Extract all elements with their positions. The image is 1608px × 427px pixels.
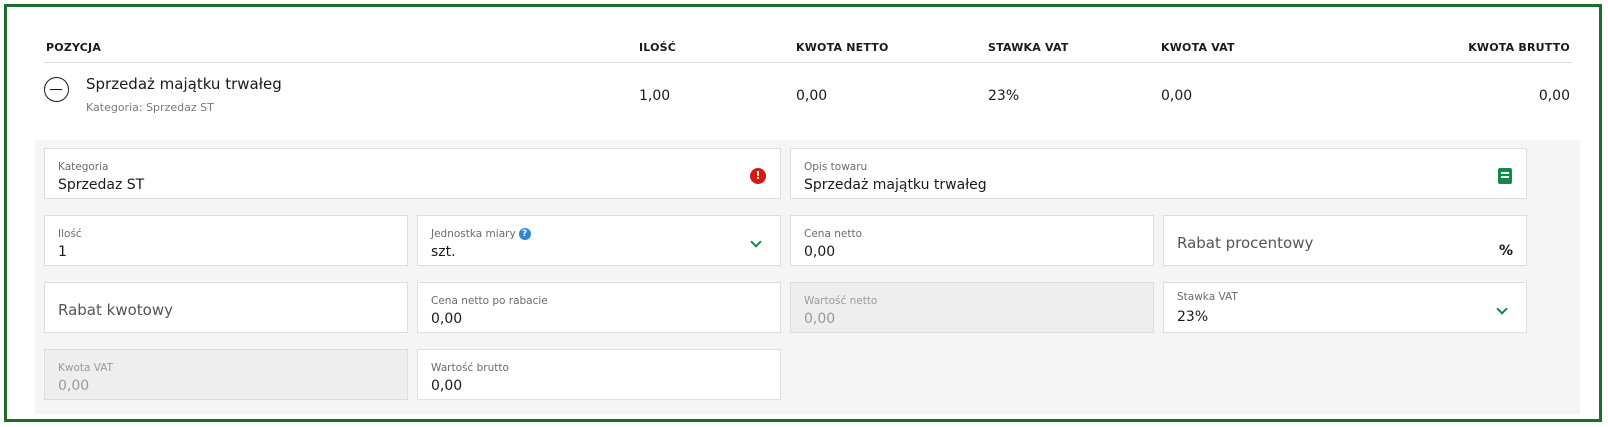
net-value-field: Wartość netto 0,00 — [790, 282, 1154, 333]
percent-discount-placeholder: Rabat procentowy — [1177, 234, 1314, 252]
percent-discount-field[interactable]: Rabat procentowy % — [1163, 215, 1527, 266]
net-price-after-discount-field[interactable]: Cena netto po rabacie 0,00 — [417, 282, 781, 333]
vat-rate-select[interactable]: Stawka VAT 23% — [1163, 282, 1527, 333]
cell-quantity: 1,00 — [639, 88, 671, 104]
position-category: Kategoria: Sprzedaz ST — [86, 101, 214, 114]
header-quantity: ILOŚĆ — [639, 41, 677, 54]
header-vat-rate: STAWKA VAT — [988, 41, 1069, 54]
gross-value-field[interactable]: Wartość brutto 0,00 — [417, 349, 781, 400]
position-edit-form: Kategoria Sprzedaz ST ! Opis towaru Sprz… — [35, 140, 1580, 414]
net-value-label: Wartość netto — [804, 295, 878, 307]
vat-rate-label: Stawka VAT — [1177, 291, 1238, 303]
amount-discount-placeholder: Rabat kwotowy — [58, 301, 173, 319]
quantity-field[interactable]: Ilość 1 — [44, 215, 408, 266]
cell-vat-rate: 23% — [988, 88, 1020, 104]
net-price-field[interactable]: Cena netto 0,00 — [790, 215, 1154, 266]
unit-label: Jednostka miary? — [431, 228, 531, 240]
unit-select[interactable]: Jednostka miary? szt. — [417, 215, 781, 266]
description-value: Sprzedaż majątku trwałeg — [804, 177, 987, 193]
header-position: POZYCJA — [46, 41, 102, 54]
gross-value-value: 0,00 — [431, 378, 463, 394]
vat-amount-label: Kwota VAT — [58, 362, 114, 374]
vat-amount-field: Kwota VAT 0,00 — [44, 349, 408, 400]
description-label: Opis towaru — [804, 161, 868, 173]
category-value: Sprzedaz ST — [58, 177, 145, 193]
position-name: Sprzedaż majątku trwałeg — [86, 75, 282, 93]
book-icon[interactable] — [1498, 168, 1512, 184]
vat-rate-value: 23% — [1177, 309, 1209, 325]
quantity-value: 1 — [58, 244, 67, 260]
table-row: Sprzedaż majątku trwałeg Kategoria: Sprz… — [44, 63, 1572, 133]
vat-amount-value: 0,00 — [58, 378, 90, 394]
cell-gross-amount: 0,00 — [1538, 88, 1570, 104]
cell-vat-amount: 0,00 — [1161, 88, 1193, 104]
header-gross-amount: KWOTA BRUTTO — [1468, 41, 1570, 54]
description-field[interactable]: Opis towaru Sprzedaż majątku trwałeg — [790, 148, 1527, 199]
amount-discount-field[interactable]: Rabat kwotowy — [44, 282, 408, 333]
net-price-after-discount-value: 0,00 — [431, 311, 463, 327]
chevron-down-icon[interactable] — [750, 236, 762, 248]
quantity-label: Ilość — [58, 228, 82, 240]
collapse-icon[interactable] — [44, 77, 69, 102]
gross-value-label: Wartość brutto — [431, 362, 509, 374]
unit-value: szt. — [431, 244, 456, 260]
error-icon: ! — [750, 168, 766, 184]
net-price-value: 0,00 — [804, 244, 836, 260]
percent-suffix: % — [1498, 243, 1513, 259]
header-net-amount: KWOTA NETTO — [796, 41, 889, 54]
category-field[interactable]: Kategoria Sprzedaz ST ! — [44, 148, 781, 199]
net-price-label: Cena netto — [804, 228, 862, 240]
cell-net-amount: 0,00 — [796, 88, 828, 104]
unit-label-text: Jednostka miary — [431, 228, 516, 240]
header-vat-amount: KWOTA VAT — [1161, 41, 1235, 54]
help-icon[interactable]: ? — [518, 228, 531, 240]
net-value-value: 0,00 — [804, 311, 836, 327]
net-price-after-discount-label: Cena netto po rabacie — [431, 295, 548, 307]
category-label: Kategoria — [58, 161, 109, 173]
chevron-down-icon[interactable] — [1496, 303, 1508, 315]
frame: POZYCJA ILOŚĆ KWOTA NETTO STAWKA VAT KWO… — [4, 4, 1602, 422]
table-header: POZYCJA ILOŚĆ KWOTA NETTO STAWKA VAT KWO… — [44, 35, 1572, 63]
